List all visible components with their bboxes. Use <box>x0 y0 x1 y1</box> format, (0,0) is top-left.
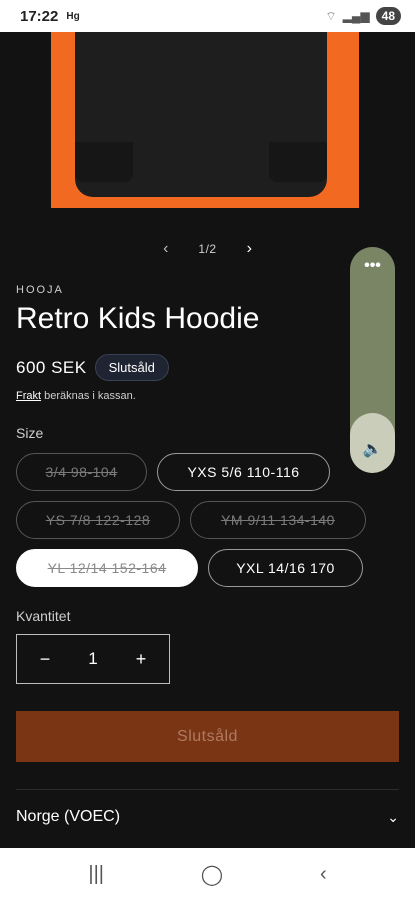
minus-icon[interactable]: − <box>35 649 55 670</box>
signal-icon: ▂▄▆ <box>342 9 370 23</box>
status-badge: Slutsåld <box>94 354 169 381</box>
volume-slider[interactable]: ••• 🔈 <box>350 247 395 473</box>
more-icon[interactable]: ••• <box>350 257 395 275</box>
price-row: 600 SEK Slutsåld <box>16 354 169 381</box>
quantity-input[interactable]: 1 <box>88 649 97 669</box>
size-option-label: YM 9/11 134-140 <box>221 512 335 528</box>
status-icons: ⌔ ▂▄▆ 48 <box>325 7 401 25</box>
size-option-label: YS 7/8 122-128 <box>45 512 151 528</box>
wifi-icon: ⌔ <box>325 8 337 23</box>
plus-icon[interactable]: + <box>131 649 151 670</box>
shipping-text: beräknas i kassan. <box>41 390 136 402</box>
shipping-link[interactable]: Frakt <box>16 390 41 402</box>
status-time: 17:22 <box>20 7 59 25</box>
region-selector[interactable]: Norge (VOEC) ⌄ <box>16 800 399 834</box>
size-option-label: 3/4 98-104 <box>45 464 118 480</box>
add-to-cart-button[interactable]: Slutsåld <box>16 711 399 762</box>
size-option-ys[interactable]: YS 7/8 122-128 <box>16 501 180 539</box>
hoodie-cuff-right <box>269 142 327 182</box>
carrier-icon: Hg <box>66 10 80 22</box>
chevron-right-icon[interactable]: › <box>247 240 252 258</box>
product-price: 600 SEK <box>16 357 87 377</box>
product-vendor: HOOJA <box>16 284 64 296</box>
size-label: Size <box>16 425 44 441</box>
gallery-counter: 1/2 <box>198 242 217 256</box>
quantity-stepper: − 1 + <box>16 634 170 684</box>
back-icon[interactable]: ‹ <box>320 863 327 886</box>
size-option-yxl[interactable]: YXL 14/16 170 <box>208 549 363 587</box>
size-option-yxs[interactable]: YXS 5/6 110-116 <box>157 453 330 491</box>
battery-icon: 48 <box>375 7 401 25</box>
size-option-ym[interactable]: YM 9/11 134-140 <box>190 501 366 539</box>
region-label: Norge (VOEC) <box>16 808 121 825</box>
hoodie-graphic <box>75 32 327 197</box>
divider <box>16 789 399 790</box>
speaker-icon[interactable]: 🔈 <box>350 439 395 459</box>
size-option-label: YL 12/14 152-164 <box>47 560 167 576</box>
quantity-label: Kvantitet <box>16 608 71 624</box>
size-option-label: YXS 5/6 110-116 <box>187 464 300 480</box>
home-icon[interactable]: ◯ <box>201 862 223 887</box>
chevron-left-icon[interactable]: ‹ <box>163 240 168 258</box>
product-image[interactable] <box>51 32 359 208</box>
system-nav-bar: ||| ◯ ‹ <box>0 848 415 900</box>
size-option-label: YXL 14/16 170 <box>236 560 335 576</box>
size-option-yl[interactable]: YL 12/14 152-164 <box>16 549 198 587</box>
status-bar: 17:22 Hg ⌔ ▂▄▆ 48 <box>0 0 415 32</box>
size-option-3-4[interactable]: 3/4 98-104 <box>16 453 147 491</box>
product-title: Retro Kids Hoodie <box>16 302 260 335</box>
shipping-note: Frakt beräknas i kassan. <box>16 390 136 402</box>
recent-apps-icon[interactable]: ||| <box>88 863 104 886</box>
chevron-down-icon: ⌄ <box>387 808 399 825</box>
hoodie-cuff-left <box>75 142 133 182</box>
